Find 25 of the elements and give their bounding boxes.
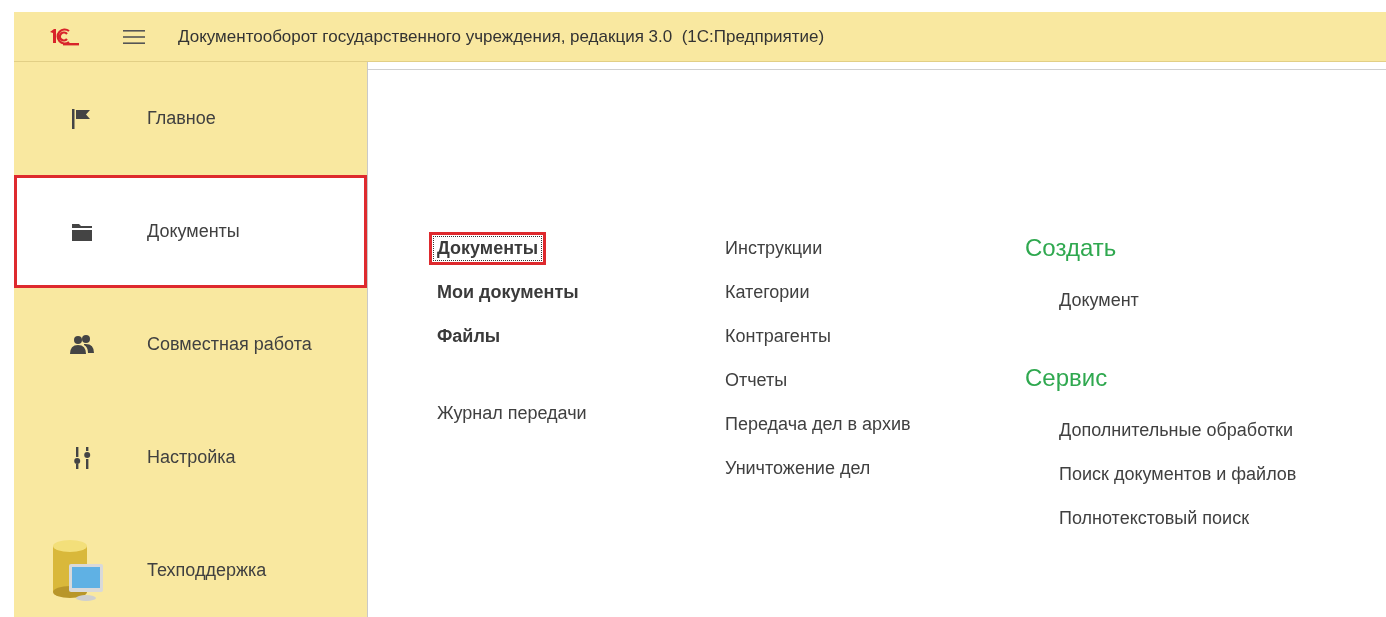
sidebar-item[interactable]: Документы [14,175,367,288]
sidebar-item[interactable]: Главное [14,62,367,175]
logo-icon [49,26,79,47]
command-link[interactable]: Инструкции [717,231,831,265]
sidebar-item[interactable]: Настройка [14,401,367,514]
command-link[interactable]: Документ [1051,283,1147,317]
section-heading: Сервис [1025,363,1109,393]
command-link[interactable]: Полнотекстовый поиск [1051,501,1258,535]
window-title: Документооборот государственного учреждения, редакция 3.0 (1С:Предприятие) [178,26,825,47]
sidebar-item[interactable]: Совместная работа [14,288,367,401]
command-link[interactable]: Дополнительные обработки [1051,413,1301,447]
command-link[interactable]: Документы [429,231,547,265]
command-link[interactable]: Отчеты [717,363,796,397]
section-heading: Создать [1025,233,1118,263]
people-icon [69,333,95,356]
command-link[interactable]: Передача дел в архив [717,407,919,441]
command-link[interactable]: Поиск документов и файлов [1051,457,1305,491]
menu-icon[interactable] [123,28,145,45]
command-link[interactable]: Контрагенты [717,319,839,353]
command-link[interactable]: Уничтожение дел [717,451,879,485]
command-link[interactable]: Файлы [429,319,509,353]
command-link[interactable]: Мои документы [429,275,587,309]
command-link[interactable]: Журнал передачи [429,396,595,430]
command-link[interactable]: Категории [717,275,818,309]
sidebar-item[interactable]: Техподдержка [14,514,367,617]
